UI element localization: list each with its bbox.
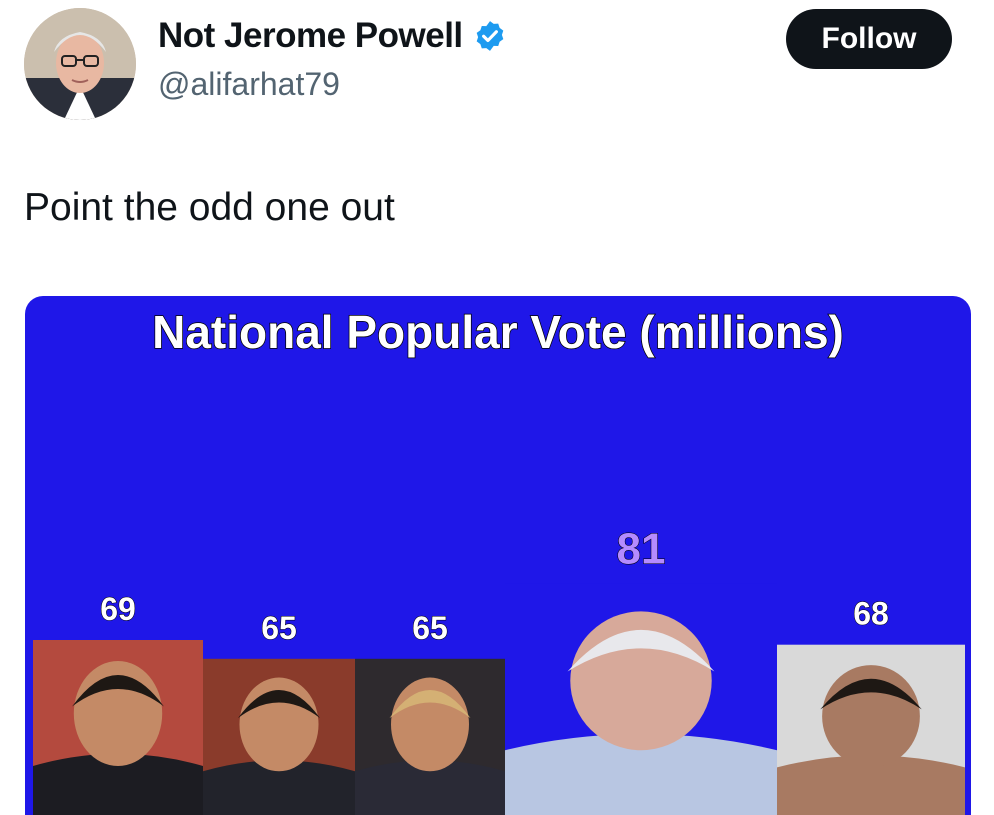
verified-badge-icon xyxy=(476,21,503,51)
avatar-portrait xyxy=(24,8,136,120)
author-handle[interactable]: @alifarhat79 xyxy=(158,66,340,103)
popular-vote-chart: National Popular Vote (millions) 69 65 65 8… xyxy=(33,305,965,815)
chart-bar xyxy=(33,640,203,815)
bar-value-label: 69 xyxy=(100,591,136,627)
author-name-row: Not Jerome Powell xyxy=(158,16,507,56)
author-name[interactable]: Not Jerome Powell xyxy=(158,16,463,56)
chart-bar xyxy=(355,658,505,815)
chart-bar xyxy=(505,583,777,815)
follow-button[interactable]: Follow xyxy=(786,9,952,69)
chart-title: National Popular Vote (millions) xyxy=(152,306,844,358)
bar-value-label: 65 xyxy=(412,610,448,646)
chart-bar xyxy=(777,644,965,815)
bar-value-label: 68 xyxy=(853,596,889,632)
tweet-text: Point the odd one out xyxy=(24,186,395,229)
bar-value-label: 81 xyxy=(617,525,666,574)
bar-value-label: 65 xyxy=(261,610,297,646)
tweet-media-chart[interactable]: National Popular Vote (millions) 69 65 65 8… xyxy=(25,296,971,815)
chart-bar xyxy=(203,658,355,815)
author-avatar[interactable] xyxy=(24,8,136,120)
